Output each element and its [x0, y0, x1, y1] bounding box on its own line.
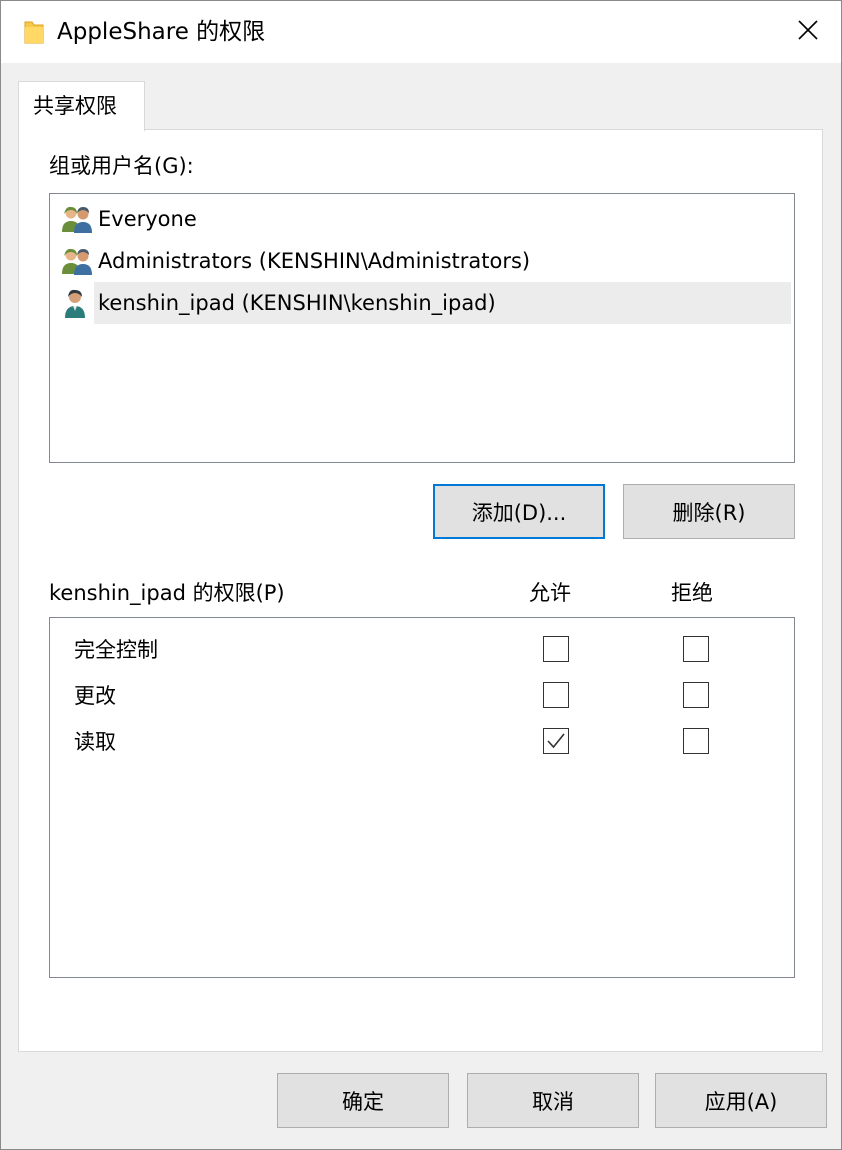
- permission-row-read: 读取: [50, 720, 794, 766]
- window-title: AppleShare 的权限: [57, 19, 266, 45]
- remove-button[interactable]: 删除(R): [623, 484, 795, 539]
- allow-column-header: 允许: [529, 581, 571, 605]
- deny-change-checkbox[interactable]: [683, 682, 709, 708]
- user-icon: [60, 286, 94, 320]
- list-item-label: kenshin_ipad (KENSHIN\kenshin_ipad): [94, 282, 791, 324]
- group-icon: [60, 244, 94, 278]
- group-list-label: 组或用户名(G):: [49, 154, 194, 178]
- list-item-label: Administrators (KENSHIN\Administrators): [98, 249, 531, 273]
- permissions-label: kenshin_ipad 的权限(P): [49, 581, 285, 605]
- group-user-list[interactable]: Everyone Administrators (KENSHIN\Adminis…: [49, 193, 795, 463]
- list-item-kenshin-ipad[interactable]: kenshin_ipad (KENSHIN\kenshin_ipad): [58, 282, 791, 324]
- allow-read-checkbox[interactable]: [543, 728, 569, 754]
- group-icon: [60, 202, 94, 236]
- permission-name: 完全控制: [74, 638, 158, 662]
- allow-change-checkbox[interactable]: [543, 682, 569, 708]
- permission-name: 读取: [74, 730, 116, 754]
- permissions-dialog: AppleShare 的权限 共享权限 组或用户名(G): Everyone A…: [0, 0, 842, 1150]
- permissions-list: 完全控制 更改 读取: [49, 617, 795, 978]
- folder-icon: [23, 19, 45, 45]
- title-bar: AppleShare 的权限: [1, 1, 841, 63]
- permission-row-full-control: 完全控制: [50, 628, 794, 674]
- permission-name: 更改: [74, 684, 116, 708]
- list-item-everyone[interactable]: Everyone: [58, 198, 791, 240]
- permission-row-change: 更改: [50, 674, 794, 720]
- deny-full-control-checkbox[interactable]: [683, 636, 709, 662]
- ok-button[interactable]: 确定: [277, 1073, 449, 1128]
- close-button[interactable]: [775, 1, 841, 63]
- allow-full-control-checkbox[interactable]: [543, 636, 569, 662]
- close-icon: [797, 19, 819, 45]
- apply-button[interactable]: 应用(A): [655, 1073, 827, 1128]
- deny-column-header: 拒绝: [671, 581, 713, 605]
- checkmark-icon: [547, 733, 565, 749]
- deny-read-checkbox[interactable]: [683, 728, 709, 754]
- list-item-label: Everyone: [98, 207, 197, 231]
- add-button[interactable]: 添加(D)...: [433, 484, 605, 539]
- tab-share-permissions[interactable]: 共享权限: [18, 81, 145, 131]
- cancel-button[interactable]: 取消: [467, 1073, 639, 1128]
- list-item-administrators[interactable]: Administrators (KENSHIN\Administrators): [58, 240, 791, 282]
